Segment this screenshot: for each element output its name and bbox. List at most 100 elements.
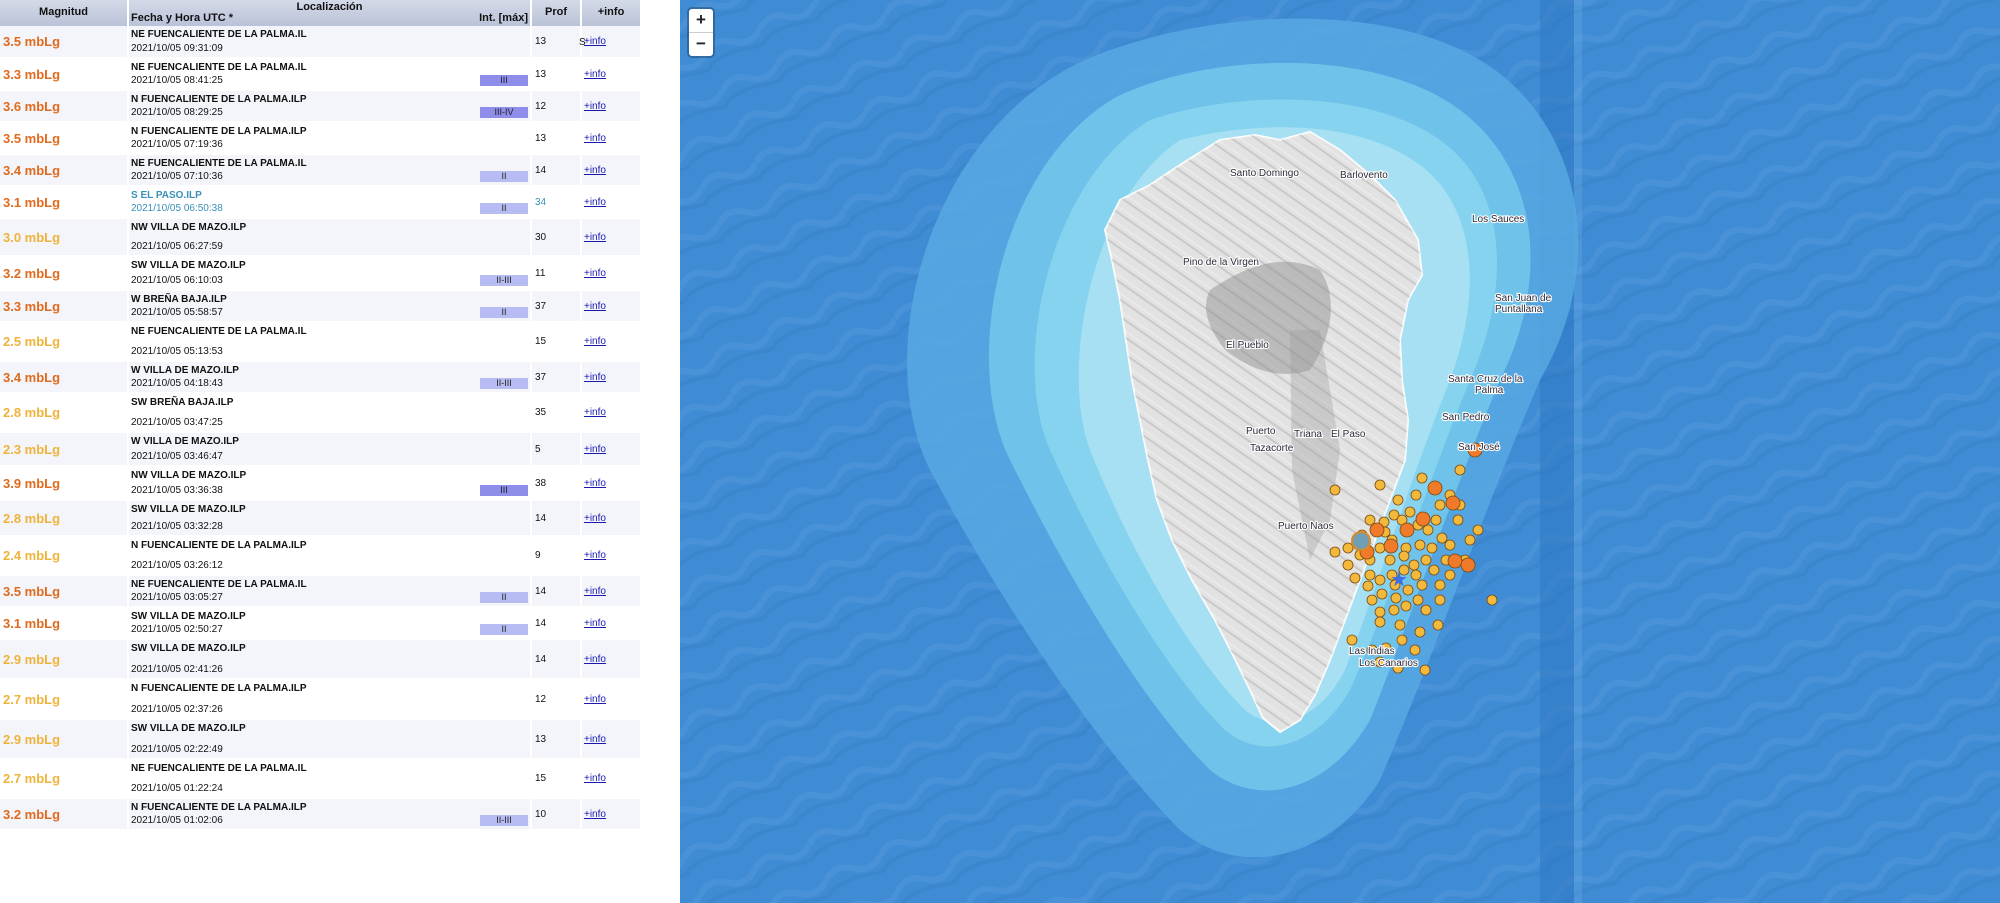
quake-marker[interactable] (1412, 594, 1424, 606)
info-link[interactable]: +info (584, 36, 606, 47)
info-link[interactable]: +info (584, 478, 606, 489)
info-link[interactable]: +info (584, 69, 606, 80)
map-canvas[interactable]: ★ Santo Domingo Barlovento Los Sauces Pi… (680, 0, 2000, 903)
quake-marker[interactable] (1390, 592, 1402, 604)
info-link[interactable]: +info (584, 165, 606, 176)
info-link[interactable]: +info (584, 586, 606, 597)
quake-marker[interactable] (1472, 524, 1484, 536)
quake-marker-large[interactable] (1369, 522, 1385, 538)
quake-marker[interactable] (1329, 484, 1341, 496)
quake-marker[interactable] (1452, 514, 1464, 526)
info-link[interactable]: +info (584, 232, 606, 243)
info-link[interactable]: +info (584, 654, 606, 665)
info-link[interactable]: +info (584, 618, 606, 629)
quake-marker[interactable] (1384, 554, 1396, 566)
quake-marker[interactable] (1454, 464, 1466, 476)
zoom-out-button[interactable]: − (689, 32, 713, 56)
table-row[interactable]: 3.4 mbLg NE FUENCALIENTE DE LA PALMA.IL 20… (0, 154, 642, 187)
quake-marker[interactable] (1426, 542, 1438, 554)
quake-marker[interactable] (1376, 588, 1388, 600)
table-row[interactable]: 2.9 mbLg SW VILLA DE MAZO.ILP 2021/10/05 0… (0, 719, 642, 760)
quake-marker[interactable] (1374, 574, 1386, 586)
quake-marker[interactable] (1404, 506, 1416, 518)
table-row[interactable]: 2.7 mbLg NE FUENCALIENTE DE LA PALMA.IL 20… (0, 759, 642, 799)
quake-marker[interactable] (1434, 594, 1446, 606)
quake-marker-large[interactable] (1399, 522, 1415, 538)
quake-marker-large[interactable] (1445, 495, 1461, 511)
table-row[interactable]: 3.3 mbLg NE FUENCALIENTE DE LA PALMA.IL 20… (0, 58, 642, 91)
header-location[interactable]: Localización Fecha y Hora UTC * Int. [má… (128, 0, 532, 26)
quake-marker[interactable] (1428, 564, 1440, 576)
quake-marker[interactable] (1388, 604, 1400, 616)
quake-marker[interactable] (1400, 600, 1412, 612)
table-row[interactable]: 3.1 mbLg SW VILLA DE MAZO.ILP 2021/10/05 0… (0, 607, 642, 640)
info-link[interactable]: +info (584, 336, 606, 347)
quake-marker[interactable] (1414, 539, 1426, 551)
table-row[interactable]: 2.7 mbLg N FUENCALIENTE DE LA PALMA.ILP 20… (0, 679, 642, 720)
table-row[interactable]: 2.3 mbLg W VILLA DE MAZO.ILP 2021/10/05 03… (0, 432, 642, 467)
main-quake-star-icon[interactable]: ★ (1390, 569, 1408, 591)
quake-marker[interactable] (1408, 559, 1420, 571)
quake-marker[interactable] (1444, 539, 1456, 551)
quake-marker[interactable] (1409, 644, 1421, 656)
info-link[interactable]: +info (584, 773, 606, 784)
table-row[interactable]: 3.4 mbLg W VILLA DE MAZO.ILP 2021/10/05 04… (0, 361, 642, 394)
quake-marker[interactable] (1342, 542, 1354, 554)
quake-marker[interactable] (1349, 572, 1361, 584)
table-row[interactable]: 3.1 mbLg S EL PASO.ILP 2021/10/05 06:50:38… (0, 186, 642, 219)
quake-marker[interactable] (1422, 524, 1434, 536)
quake-marker[interactable] (1410, 569, 1422, 581)
quake-marker[interactable] (1374, 606, 1386, 618)
info-link[interactable]: +info (584, 372, 606, 383)
info-link[interactable]: +info (584, 301, 606, 312)
table-row[interactable]: 3.5 mbLg NE FUENCALIENTE DE LA PALMA.IL S 2… (0, 26, 642, 59)
info-link[interactable]: +info (584, 444, 606, 455)
quake-marker-large[interactable] (1383, 538, 1399, 554)
quake-marker[interactable] (1374, 479, 1386, 491)
quake-marker-large[interactable] (1427, 480, 1443, 496)
table-row[interactable]: 3.5 mbLg N FUENCALIENTE DE LA PALMA.ILP 20… (0, 122, 642, 155)
info-link[interactable]: +info (584, 407, 606, 418)
info-link[interactable]: +info (584, 101, 606, 112)
map-view[interactable]: ★ Santo Domingo Barlovento Los Sauces Pi… (680, 0, 2000, 903)
quake-marker[interactable] (1434, 499, 1446, 511)
quake-marker[interactable] (1398, 550, 1410, 562)
info-link[interactable]: +info (584, 734, 606, 745)
info-link[interactable]: +info (584, 133, 606, 144)
quake-marker-large[interactable] (1447, 553, 1463, 569)
quake-marker[interactable] (1362, 580, 1374, 592)
quake-marker[interactable] (1444, 569, 1456, 581)
info-link[interactable]: +info (584, 197, 606, 208)
quake-marker[interactable] (1420, 554, 1432, 566)
quake-marker[interactable] (1364, 569, 1376, 581)
quake-marker[interactable] (1434, 579, 1446, 591)
table-row[interactable]: 3.0 mbLg NW VILLA DE MAZO.ILP 2021/10/05 0… (0, 218, 642, 257)
quake-marker-large[interactable] (1460, 557, 1476, 573)
info-link[interactable]: +info (584, 268, 606, 279)
quake-marker[interactable] (1346, 634, 1358, 646)
quake-marker[interactable] (1329, 546, 1341, 558)
quake-marker[interactable] (1392, 494, 1404, 506)
highlighted-quake-marker[interactable] (1351, 531, 1371, 551)
quake-marker[interactable] (1374, 542, 1386, 554)
quake-marker-large[interactable] (1415, 511, 1431, 527)
table-row[interactable]: 3.3 mbLg W BREÑA BAJA.ILP 2021/10/05 05:58… (0, 290, 642, 323)
quake-marker[interactable] (1374, 616, 1386, 628)
info-link[interactable]: +info (584, 550, 606, 561)
quake-marker[interactable] (1414, 626, 1426, 638)
quake-marker[interactable] (1436, 532, 1448, 544)
table-row[interactable]: 2.4 mbLg N FUENCALIENTE DE LA PALMA.ILP 20… (0, 536, 642, 576)
table-row[interactable]: 3.2 mbLg SW VILLA DE MAZO.ILP 2021/10/05 0… (0, 256, 642, 291)
quake-marker[interactable] (1416, 579, 1428, 591)
table-row[interactable]: 3.9 mbLg NW VILLA DE MAZO.ILP 2021/10/05 0… (0, 466, 642, 501)
table-row[interactable]: 3.5 mbLg NE FUENCALIENTE DE LA PALMA.IL 20… (0, 575, 642, 608)
quake-marker[interactable] (1420, 604, 1432, 616)
quake-marker[interactable] (1416, 472, 1428, 484)
info-link[interactable]: +info (584, 809, 606, 820)
quake-marker[interactable] (1394, 619, 1406, 631)
quake-marker[interactable] (1342, 559, 1354, 571)
quake-marker[interactable] (1464, 534, 1476, 546)
table-row[interactable]: 3.6 mbLg N FUENCALIENTE DE LA PALMA.ILP 20… (0, 90, 642, 123)
quake-marker[interactable] (1366, 594, 1378, 606)
header-depth[interactable]: Prof (531, 0, 582, 26)
